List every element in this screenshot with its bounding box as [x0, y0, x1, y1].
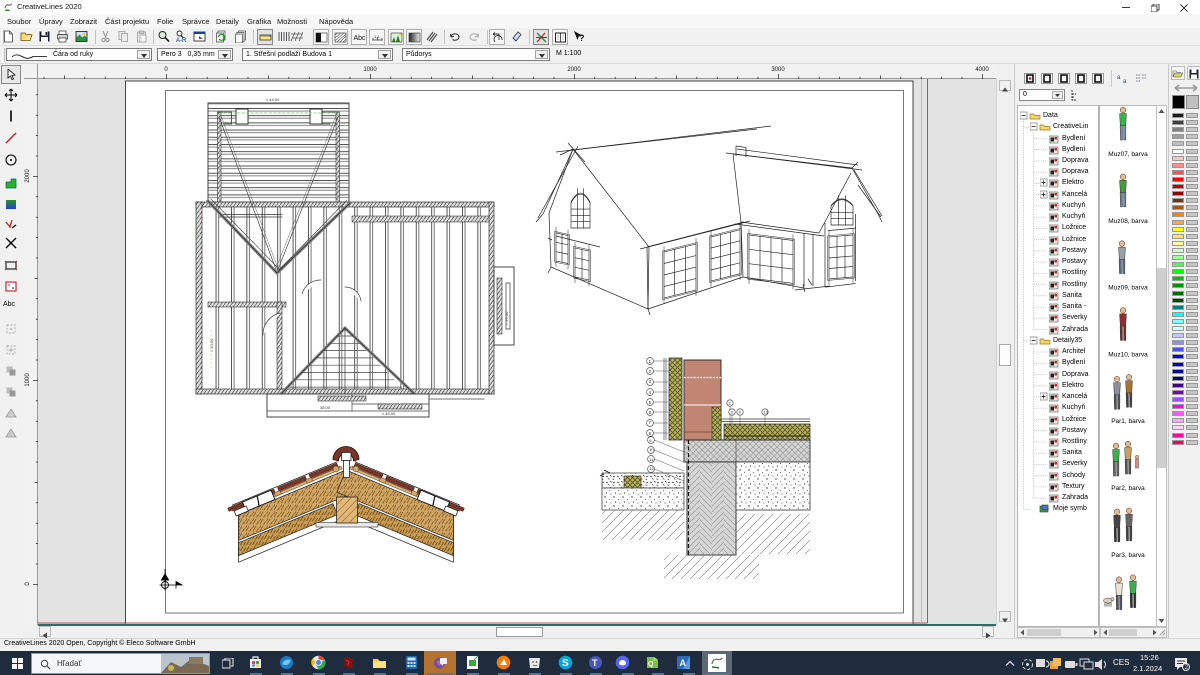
svg-text:≈ 45,00: ≈ 45,00 — [382, 411, 396, 416]
svg-text:Muz10, barva: Muz10, barva — [1108, 351, 1148, 358]
svg-text:A: A — [680, 658, 687, 668]
svg-text:0: 0 — [25, 582, 31, 586]
svg-text:A-R: A-R — [176, 38, 187, 43]
svg-text:≈ 50,00: ≈ 50,00 — [209, 338, 214, 352]
svg-text:a: a — [1117, 75, 1121, 81]
svg-text:Q: Q — [648, 661, 654, 668]
svg-text:S: S — [562, 658, 569, 669]
svg-text:≈ 26,00: ≈ 26,00 — [504, 311, 509, 325]
svg-text:12: 12 — [649, 466, 654, 471]
svg-text:4000: 4000 — [975, 67, 989, 73]
svg-text:Muz08, barva: Muz08, barva — [1108, 218, 1148, 225]
svg-text:38,00: 38,00 — [320, 405, 331, 410]
svg-text:2000: 2000 — [567, 67, 581, 73]
svg-text:Muz07, barva: Muz07, barva — [1108, 151, 1148, 158]
svg-text:0: 0 — [164, 67, 168, 73]
svg-text:Par1, barva: Par1, barva — [1111, 418, 1145, 425]
svg-text:10: 10 — [649, 447, 654, 452]
svg-text:1000: 1000 — [25, 373, 31, 387]
svg-text:Abc: Abc — [354, 35, 367, 42]
svg-text:1000: 1000 — [363, 67, 377, 73]
svg-text:T: T — [592, 658, 598, 668]
svg-text:1,1: 1,1 — [374, 34, 380, 39]
svg-text:13: 13 — [764, 410, 769, 415]
svg-text:3000: 3000 — [771, 67, 785, 73]
svg-text:≈ 44,00: ≈ 44,00 — [266, 97, 280, 102]
svg-text:2000: 2000 — [25, 169, 31, 183]
svg-text:Muz09, barva: Muz09, barva — [1108, 285, 1148, 292]
svg-text:Par2, barva: Par2, barva — [1111, 485, 1145, 492]
svg-text:Par3, barva: Par3, barva — [1111, 552, 1145, 559]
svg-text:?: ? — [579, 33, 585, 43]
svg-text:a: a — [1123, 79, 1127, 84]
